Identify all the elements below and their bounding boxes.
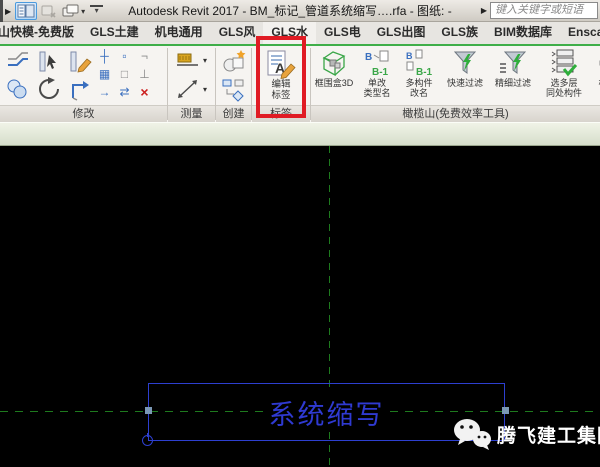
panel-label-create: 创建 (216, 105, 251, 122)
wechat-icon (452, 417, 492, 451)
select-multilevel-button[interactable]: 选多层 同处构件 (537, 46, 591, 105)
tab-bim-shujuku[interactable]: BIM数据库 (486, 22, 560, 44)
panel-create (216, 46, 251, 105)
cut-wall-edit-icon[interactable] (67, 50, 93, 74)
create-similar-icon[interactable] (221, 78, 247, 104)
cut-geometry-icon[interactable]: ▫ (117, 49, 132, 64)
close-inactive-icon (40, 2, 58, 20)
bounding-box-3d-icon (319, 48, 349, 78)
select-multilevel-icon (549, 48, 579, 78)
rotate-handle[interactable] (142, 435, 153, 446)
panel-label-measure: 测量 (168, 105, 215, 122)
window-title: Autodesk Revit 2017 - BM_标记_管道系统缩写….rfa … (110, 0, 470, 22)
grip-handle-left[interactable] (145, 407, 152, 414)
trim-corner-icon[interactable] (67, 77, 93, 101)
ribbon-bottom-strip (0, 122, 600, 146)
chevron-down-icon[interactable]: ▾ (203, 56, 207, 65)
search-expand-icon[interactable]: ▶ (481, 6, 487, 15)
panel-label-modify: 修改 (0, 105, 167, 122)
properties-palette-icon[interactable] (15, 2, 37, 20)
paste-grid-icon[interactable]: ▦ (97, 67, 112, 82)
svg-text:B-1: B-1 (372, 67, 389, 78)
panel-gls-tools: 框围盒3D B B-1 单改 类型名 B (311, 46, 600, 105)
title-bar: ▶ ▾ (0, 0, 600, 22)
watermark: 腾飞建工集团 (452, 417, 600, 451)
window-edge (0, 0, 3, 22)
panel-measure: ▾ ▾ (168, 46, 215, 105)
tab-jidian-tongyong[interactable]: 机电通用 (147, 22, 211, 44)
drawing-canvas[interactable]: 系统缩写 腾飞建工集团 (0, 146, 600, 467)
measure-tape-icon[interactable] (176, 52, 200, 68)
modify-small-tools: ┼ ▫ ¬ ▦ □ ⊥ → ⇄ × (97, 49, 153, 103)
copy-icon[interactable] (5, 77, 31, 101)
create-group-icon[interactable] (221, 49, 247, 75)
rename-multi-button[interactable]: B B-1 多构件 改名 (397, 46, 441, 105)
measure-dimension-icon[interactable] (176, 79, 200, 99)
rename-type-button[interactable]: B B-1 单改 类型名 (357, 46, 397, 105)
split-icon[interactable]: ⇄ (117, 85, 132, 100)
bounding-box-3d-button[interactable]: 框围盒3D (311, 46, 357, 105)
panel-label-gls: 橄榄山(免费效率工具) (311, 105, 600, 122)
cope-icon[interactable]: ┼ (97, 49, 112, 64)
tab-gls-tujian[interactable]: GLS土建 (82, 22, 147, 44)
offset-icon[interactable] (5, 50, 31, 74)
rotate-icon[interactable] (36, 77, 62, 101)
fine-filter-icon (498, 48, 528, 78)
quick-access-toolbar: ▶ ▾ (5, 1, 104, 21)
pin-icon[interactable]: ⊥ (137, 67, 152, 82)
svg-text:B: B (365, 52, 372, 63)
minimize-ribbon-icon[interactable]: ▾ (89, 2, 104, 20)
quick-filter-button[interactable]: 快速过滤 (441, 46, 489, 105)
component-info-button[interactable]: 构件说 (591, 46, 600, 105)
search-area: ▶ 键入关键字或短语 (481, 2, 598, 19)
tab-gls-dian[interactable]: GLS电 (316, 22, 369, 44)
svg-text:B-1: B-1 (416, 67, 433, 78)
delete-icon[interactable]: × (137, 85, 152, 100)
chevron-down-icon[interactable]: ▾ (203, 85, 207, 94)
join-icon: ¬ (137, 49, 152, 64)
quick-filter-icon (450, 48, 480, 78)
tab-gls-zu[interactable]: GLS族 (433, 22, 486, 44)
tab-kuaimo-free[interactable]: 山快模-免费版 (0, 22, 82, 44)
search-input[interactable]: 键入关键字或短语 (490, 2, 598, 19)
rename-multi-icon: B B-1 (404, 48, 434, 78)
label-text[interactable]: 系统缩写 (264, 393, 390, 432)
align-icon[interactable]: → (97, 85, 112, 100)
chevron-down-icon: ▾ (81, 7, 85, 16)
grip-handle-right[interactable] (502, 407, 509, 414)
match-type-icon[interactable]: □ (117, 67, 132, 82)
watermark-text: 腾飞建工集团 (497, 421, 600, 448)
panel-modify: ┼ ▫ ¬ ▦ □ ⊥ → ⇄ × (0, 46, 167, 105)
fine-filter-button[interactable]: 精细过滤 (489, 46, 537, 105)
revit-window: ▶ ▾ (0, 0, 600, 467)
qat-expand-icon[interactable]: ▶ (5, 7, 11, 16)
cut-wall-cursor-icon[interactable] (36, 50, 62, 74)
highlight-annotation-box (256, 36, 306, 118)
rename-type-icon: B B-1 (362, 48, 392, 78)
tab-enscape[interactable]: Enscape™ (560, 22, 600, 44)
svg-text:B: B (406, 51, 413, 61)
switch-windows-icon[interactable]: ▾ (61, 2, 86, 20)
tab-gls-chutu[interactable]: GLS出图 (369, 22, 434, 44)
